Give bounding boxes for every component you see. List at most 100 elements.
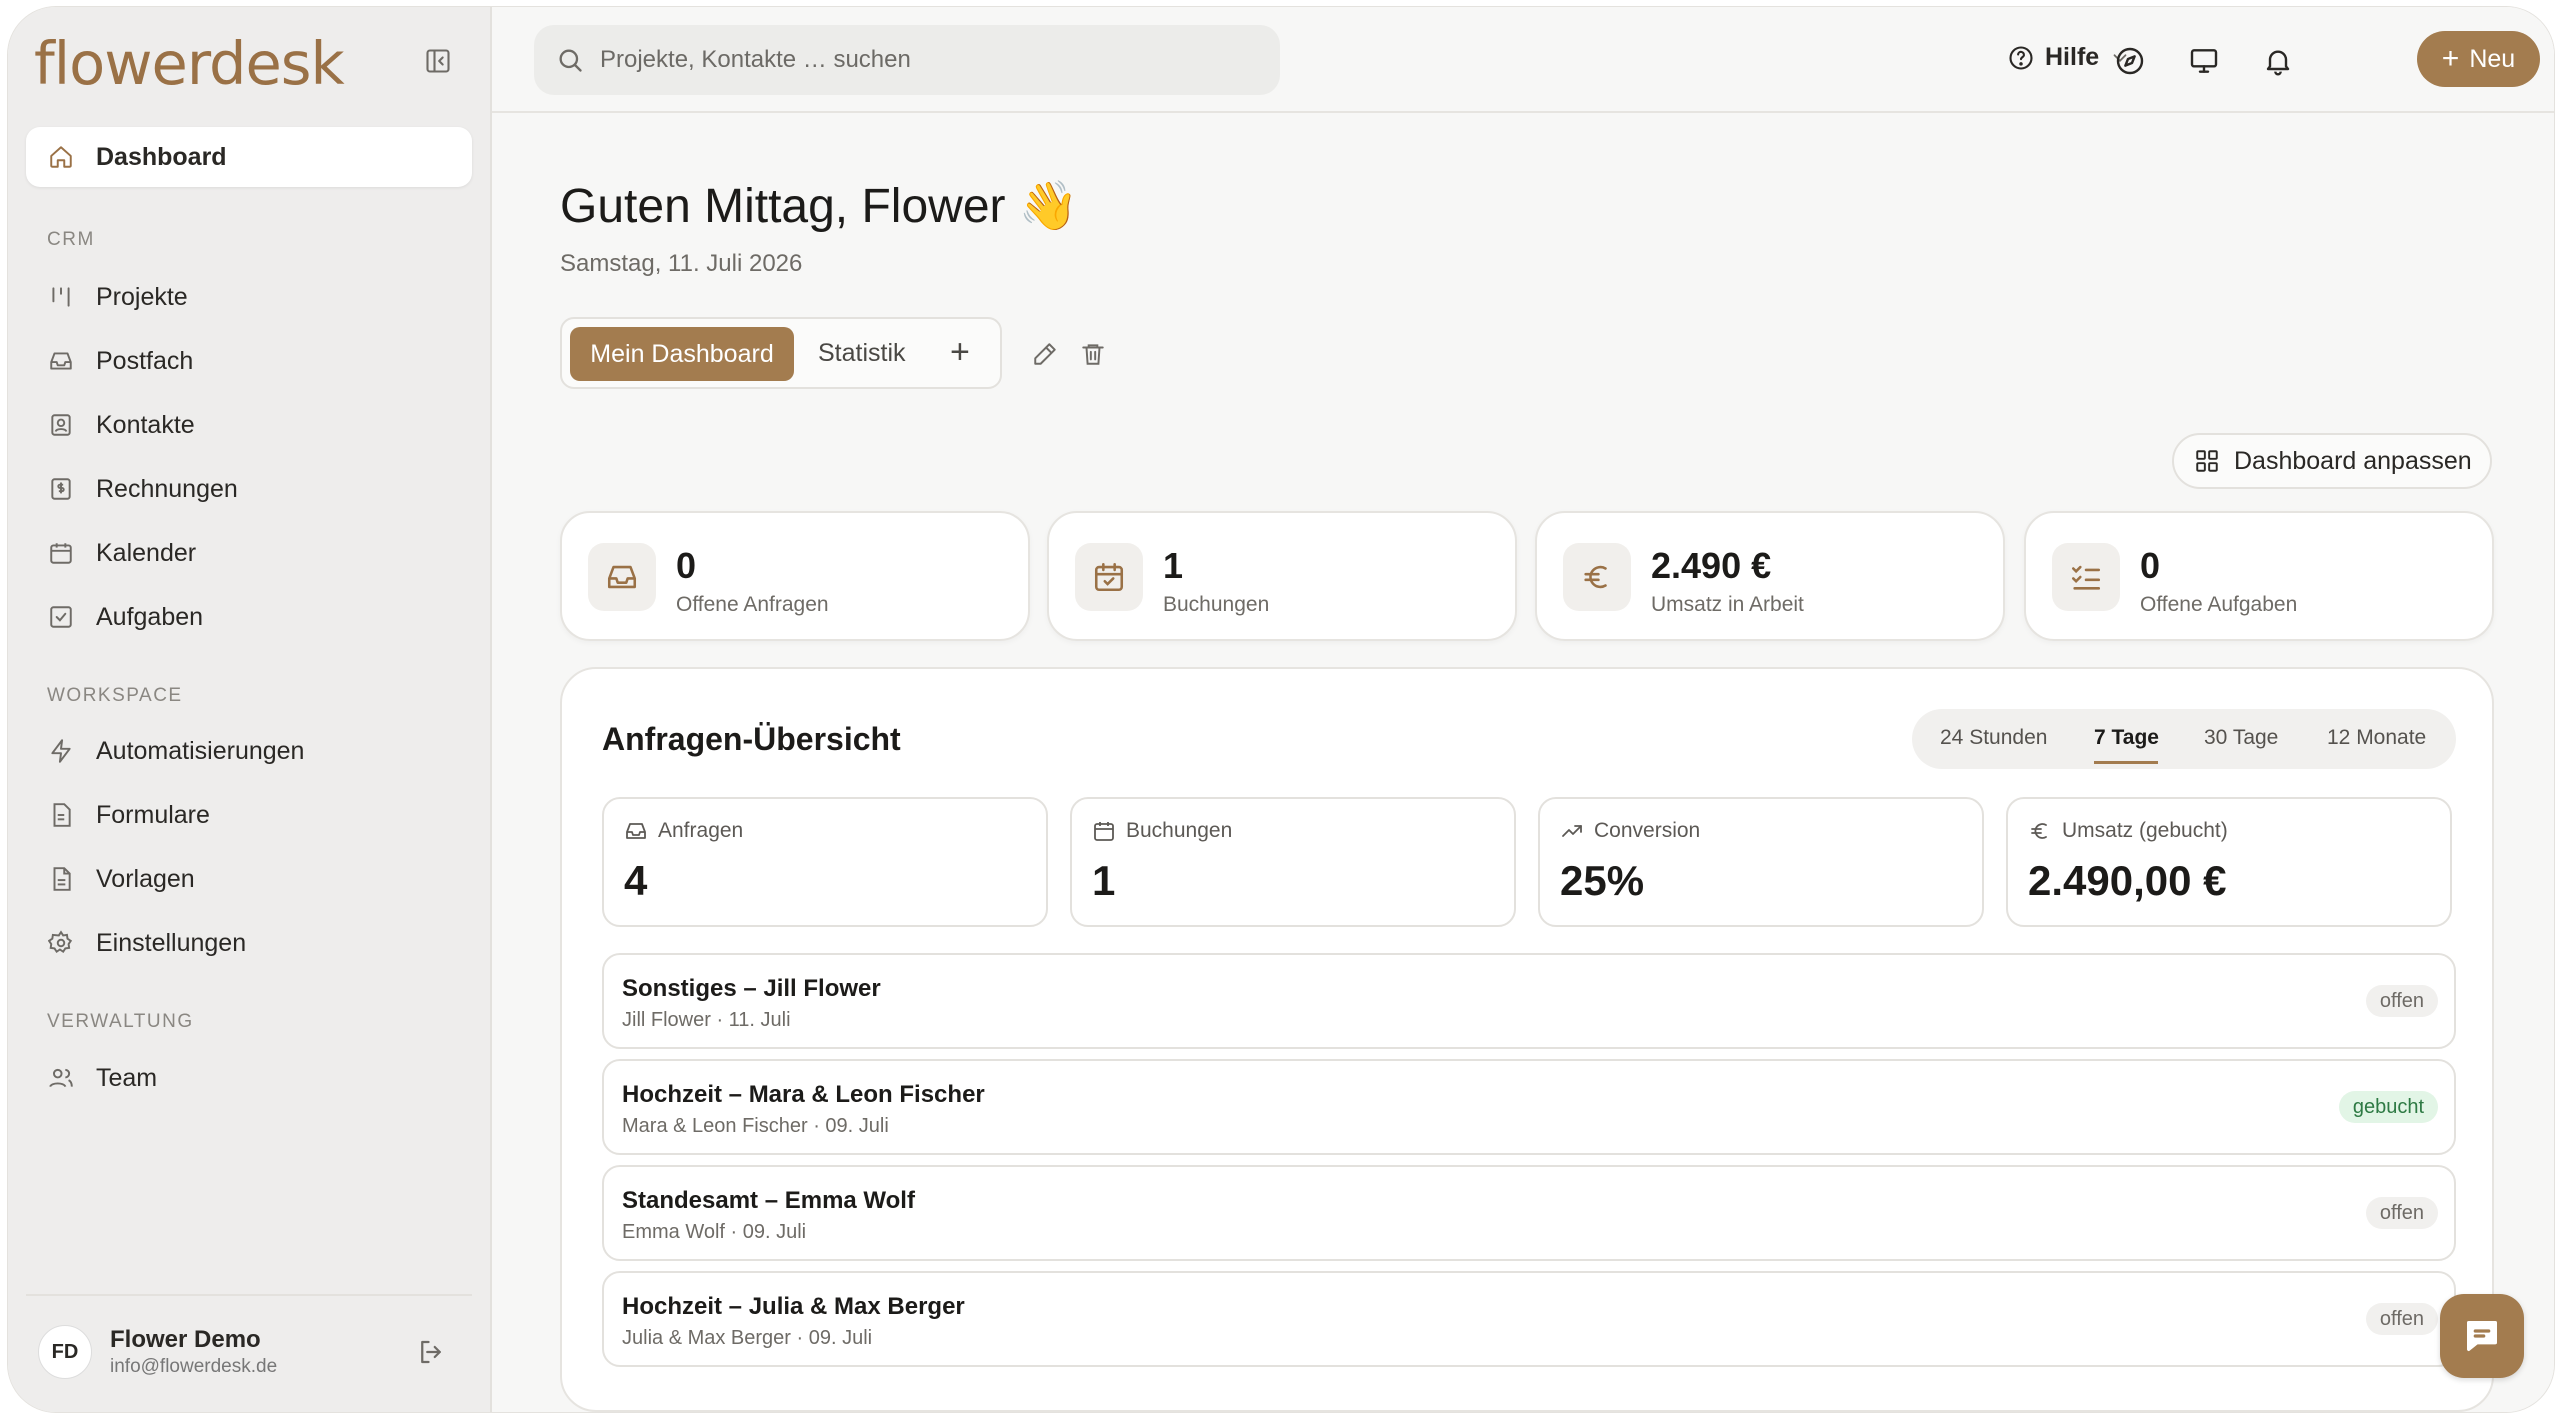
kpi-value: 0 [676, 545, 697, 586]
sidebar-item-vorlagen[interactable]: Vorlagen [26, 849, 472, 909]
request-row[interactable]: Sonstiges – Jill Flower Jill Flower · 11… [602, 953, 2456, 1049]
section-label-verwaltung: VERWALTUNG [47, 1011, 194, 1032]
kpi-buchungen[interactable]: 1 Buchungen [1047, 511, 1517, 641]
status-badge: offen [2365, 1197, 2438, 1229]
search-bar[interactable] [534, 25, 1280, 95]
help-dropdown[interactable]: Hilfe [2007, 43, 2131, 72]
range-12m[interactable]: 12 Monate [2327, 726, 2426, 750]
stat-buchungen: Buchungen 1 [1070, 797, 1516, 927]
bell-icon[interactable] [2262, 45, 2294, 77]
brand-logo[interactable]: flowerdesk [34, 29, 345, 98]
calendar-icon [50, 543, 72, 564]
trash-icon[interactable] [1080, 341, 1106, 367]
new-button-label: Neu [2469, 44, 2516, 73]
request-title: Hochzeit – Julia & Max Berger [622, 1293, 965, 1320]
checkbox-icon [50, 606, 72, 628]
calendar-icon [1094, 822, 1114, 841]
stat-anfragen: Anfragen 4 [602, 797, 1048, 927]
sidebar-item-label: Kontakte [96, 410, 195, 439]
kpi-offene-aufgaben[interactable]: 0 Offene Aufgaben [2024, 511, 2494, 641]
tab-statistik[interactable]: Statistik [818, 339, 906, 368]
sidebar-item-projekte[interactable]: Projekte [26, 267, 472, 327]
sidebar: flowerdesk Dashboard CRM Projekte Postfa… [8, 7, 492, 1412]
avatar[interactable]: FD [38, 1325, 92, 1379]
stat-label: Conversion [1594, 819, 1701, 842]
user-email: info@flowerdesk.de [110, 1356, 278, 1377]
kpi-offene-anfragen[interactable]: 0 Offene Anfragen [560, 511, 1030, 641]
customize-dashboard-button[interactable]: Dashboard anpassen [2172, 433, 2492, 489]
dashboard-tabs: Mein Dashboard Statistik + [560, 317, 1002, 389]
search-icon [559, 49, 582, 72]
new-button[interactable]: + Neu [2417, 31, 2540, 87]
request-title: Standesamt – Emma Wolf [622, 1187, 915, 1214]
stat-umsatz-gebucht: Umsatz (gebucht) 2.490,00 € [2006, 797, 2452, 927]
request-subtitle: Emma Wolf · 09. Juli [622, 1221, 807, 1243]
grid-icon [2196, 450, 2218, 472]
monitor-icon[interactable] [2188, 45, 2220, 77]
contact-icon [51, 414, 71, 436]
sidebar-item-kontakte[interactable]: Kontakte [26, 395, 472, 455]
sidebar-item-label: Einstellungen [96, 928, 247, 957]
plus-icon: + [2441, 42, 2460, 75]
sidebar-item-label: Automatisierungen [96, 736, 305, 765]
kpi-label: Buchungen [1163, 593, 1270, 616]
status-badge: gebucht [2338, 1091, 2438, 1123]
stat-header: Umsatz (gebucht) [2028, 819, 2228, 843]
chat-button[interactable] [2440, 1294, 2524, 1378]
kpi-umsatz-in-arbeit[interactable]: 2.490 € Umsatz in Arbeit [1535, 511, 2005, 641]
stat-label: Buchungen [1126, 819, 1233, 842]
add-tab-button[interactable]: + [950, 333, 970, 372]
template-icon [53, 867, 71, 891]
stat-header: Buchungen [1092, 819, 1232, 843]
stat-header: Conversion [1560, 819, 1700, 843]
range-7d[interactable]: 7 Tage [2094, 726, 2159, 750]
logout-icon[interactable] [416, 1337, 446, 1367]
sidebar-item-postfach[interactable]: Postfach [26, 331, 472, 391]
inbox-icon [50, 352, 72, 370]
sidebar-item-label: Dashboard [96, 142, 227, 171]
tab-mein-dashboard[interactable]: Mein Dashboard [570, 327, 794, 381]
user-info: Flower Demo info@flowerdesk.de [110, 1326, 416, 1378]
sidebar-item-formulare[interactable]: Formulare [26, 785, 472, 845]
sidebar-item-rechnungen[interactable]: Rechnungen [26, 459, 472, 519]
stat-label: Umsatz (gebucht) [2062, 819, 2228, 842]
sidebar-item-kalender[interactable]: Kalender [26, 523, 472, 583]
euro-icon [2031, 823, 2047, 839]
stat-label: Anfragen [658, 819, 744, 842]
calendar-check-icon [1094, 562, 1124, 592]
home-icon [50, 146, 72, 168]
sidebar-item-label: Postfach [96, 346, 194, 375]
kanban-icon [52, 287, 70, 307]
help-label: Hilfe [2045, 43, 2100, 71]
user-name: Flower Demo [110, 1326, 261, 1353]
status-badge: offen [2365, 1303, 2438, 1335]
stat-header: Anfragen [624, 819, 743, 843]
chat-icon [2467, 1321, 2497, 1351]
range-30d[interactable]: 30 Tage [2204, 726, 2278, 750]
section-label-crm: CRM [47, 229, 95, 250]
sidebar-item-label: Team [96, 1063, 158, 1092]
pencil-icon[interactable] [1032, 341, 1058, 367]
sidebar-item-automatisierungen[interactable]: Automatisierungen [26, 721, 472, 781]
main-content: Hilfe + Neu Guten Mittag, Flower 👋 Samst… [492, 7, 2554, 1412]
sidebar-item-aufgaben[interactable]: Aufgaben [26, 587, 472, 647]
range-24h[interactable]: 24 Stunden [1940, 726, 2047, 750]
request-row[interactable]: Hochzeit – Mara & Leon Fischer Mara & Le… [602, 1059, 2456, 1155]
current-date: Samstag, 11. Juli 2026 [560, 250, 803, 277]
user-profile[interactable]: FD Flower Demo info@flowerdesk.de [26, 1294, 472, 1394]
request-row[interactable]: Hochzeit – Julia & Max Berger Julia & Ma… [602, 1271, 2456, 1367]
request-row[interactable]: Standesamt – Emma Wolf Emma Wolf · 09. J… [602, 1165, 2456, 1261]
sidebar-item-team[interactable]: Team [26, 1048, 472, 1108]
help-circle-icon [2009, 45, 2033, 70]
sidebar-item-dashboard[interactable]: Dashboard [26, 127, 472, 187]
form-icon [53, 803, 71, 827]
section-label-workspace: WORKSPACE [47, 685, 183, 706]
sidebar-item-einstellungen[interactable]: Einstellungen [26, 913, 472, 973]
compass-icon[interactable] [2114, 45, 2146, 77]
sidebar-collapse-icon[interactable] [424, 47, 452, 75]
kpi-value: 0 [2140, 545, 2161, 586]
search-input[interactable] [600, 46, 1200, 74]
checklist-icon [2071, 565, 2101, 590]
kpi-value: 2.490 € [1651, 545, 1772, 586]
stat-conversion: Conversion 25% [1538, 797, 1984, 927]
